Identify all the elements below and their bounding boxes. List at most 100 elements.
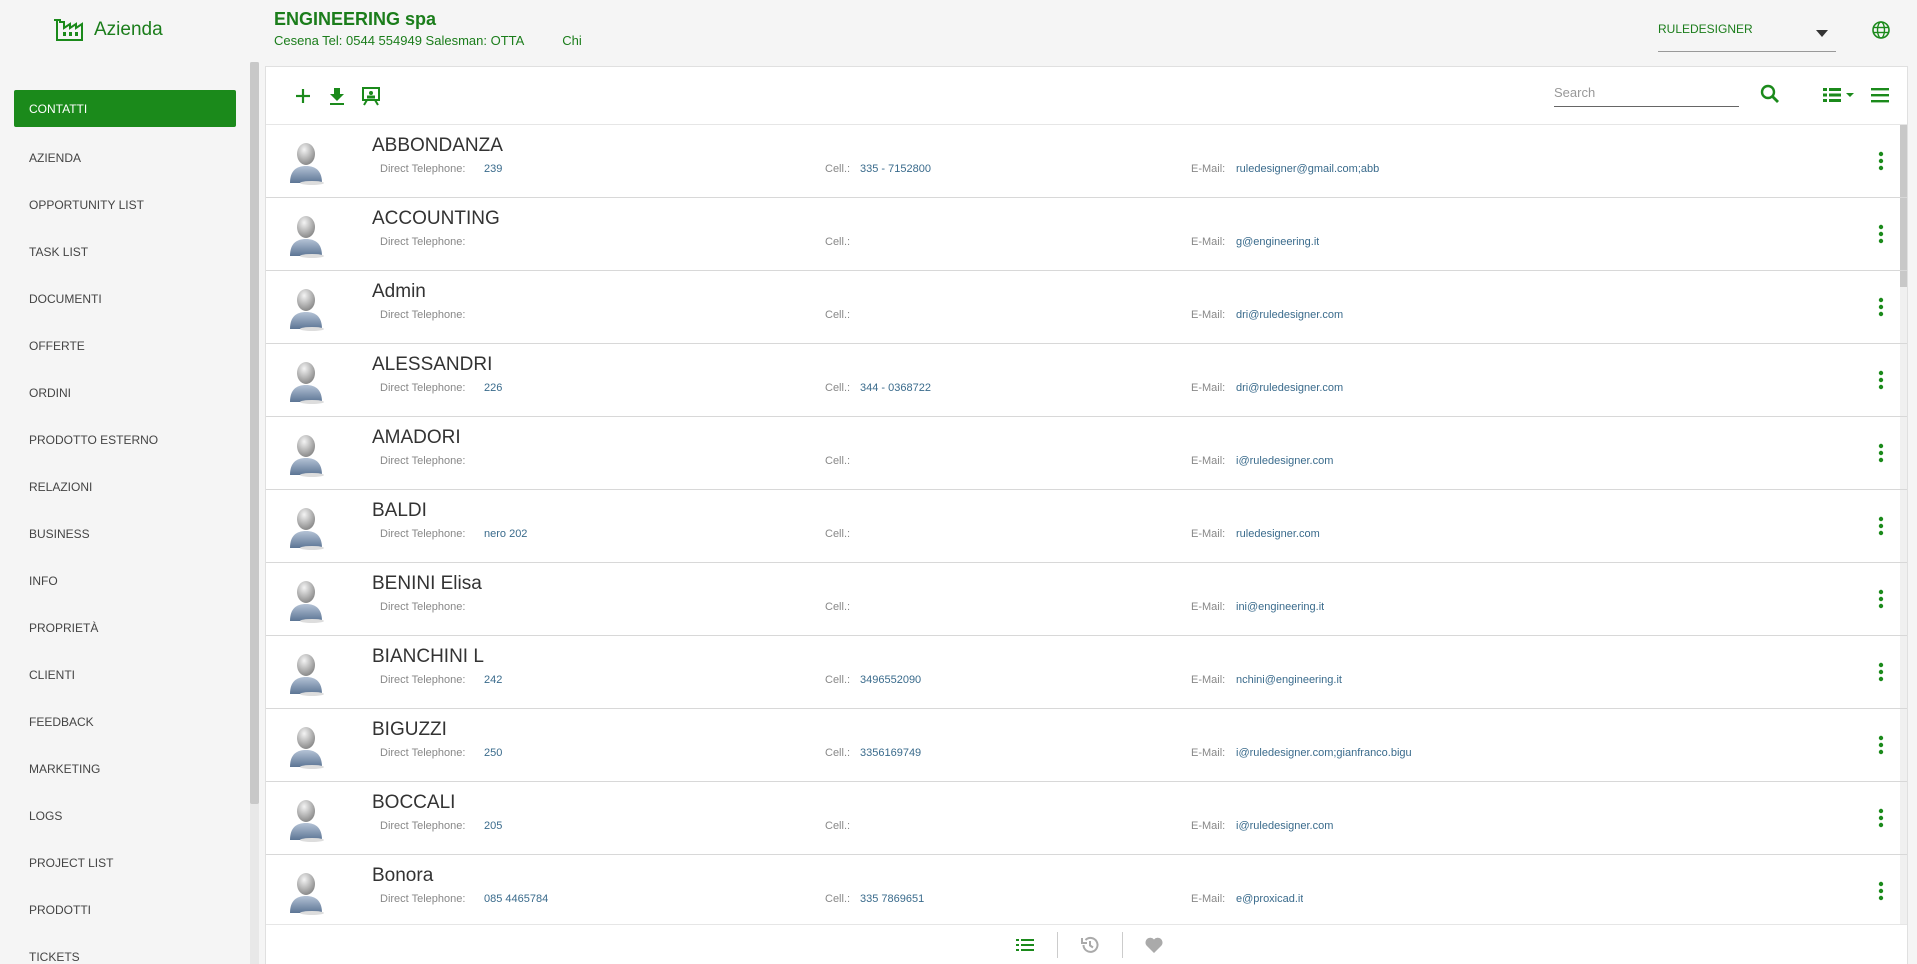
email-value[interactable]: ruledesigner@gmail.com;abb [1236, 163, 1379, 175]
sidebar-item-ordini[interactable]: ORDINI [14, 372, 236, 409]
sidebar-item-business[interactable]: BUSINESS [14, 513, 236, 550]
contact-row[interactable]: Admin Direct Telephone: Cell.: E-Mail: dri@r… [266, 271, 1907, 344]
contact-row[interactable]: AMADORI Direct Telephone: Cell.: E-Mail: i@r… [266, 417, 1907, 490]
sidebar-scrollbar[interactable] [250, 62, 259, 804]
download-icon[interactable] [326, 85, 348, 107]
email-label: E-Mail: [1191, 601, 1226, 613]
toolbar [266, 67, 1907, 125]
contact-row[interactable]: BOCCALI Direct Telephone: 205 Cell.: E-Mail:… [266, 782, 1907, 855]
more-vert-icon[interactable] [1878, 881, 1884, 901]
cell-value: 335 7869651 [860, 893, 925, 905]
more-vert-icon[interactable] [1878, 224, 1884, 244]
sidebar-item-task-list[interactable]: TASK LIST [14, 231, 236, 268]
chevron-down-icon [1816, 30, 1828, 37]
more-vert-icon[interactable] [1878, 808, 1884, 828]
sidebar-item-marketing[interactable]: MARKETING [14, 748, 236, 785]
avatar [286, 358, 326, 404]
globe-icon[interactable] [1871, 20, 1891, 40]
contact-row[interactable]: ACCOUNTING Direct Telephone: Cell.: E-Mail:… [266, 198, 1907, 271]
email-label: E-Mail: [1191, 674, 1226, 686]
contact-name[interactable]: BIANCHINI L [372, 646, 484, 668]
sidebar-item-documenti[interactable]: DOCUMENTI [14, 278, 236, 315]
sidebar-item-offerte[interactable]: OFFERTE [14, 325, 236, 362]
email-value[interactable]: nchini@engineering.it [1236, 674, 1342, 686]
contact-row[interactable]: ALESSANDRI Direct Telephone: 226 Cell.: 344 … [266, 344, 1907, 417]
contact-name[interactable]: BIGUZZI [372, 719, 447, 741]
contact-row[interactable]: ABBONDANZA Direct Telephone: 239 Cell.: 335 … [266, 125, 1907, 198]
sidebar-item-feedback[interactable]: FEEDBACK [14, 701, 236, 738]
phone-label: Direct Telephone: [380, 455, 466, 467]
search-icon[interactable] [1759, 83, 1781, 105]
more-vert-icon[interactable] [1878, 297, 1884, 317]
contact-name[interactable]: ABBONDANZA [372, 135, 503, 157]
menu-icon[interactable] [1869, 85, 1891, 105]
contact-row[interactable]: Bonora Direct Telephone: 085 4465784 Cell.:… [266, 855, 1907, 924]
sidebar-item-prodotti[interactable]: PRODOTTI [14, 889, 236, 926]
more-vert-icon[interactable] [1878, 516, 1884, 536]
more-vert-icon[interactable] [1878, 735, 1884, 755]
more-vert-icon[interactable] [1878, 443, 1884, 463]
avatar [286, 869, 326, 915]
more-vert-icon[interactable] [1878, 151, 1884, 171]
more-vert-icon[interactable] [1878, 589, 1884, 609]
search-input[interactable] [1554, 79, 1739, 105]
sidebar-item-opportunity-list[interactable]: OPPORTUNITY LIST [14, 184, 236, 221]
cell-value: 3496552090 [860, 674, 922, 686]
contact-name[interactable]: Bonora [372, 865, 433, 887]
contact-name[interactable]: AMADORI [372, 427, 461, 449]
email-value[interactable]: i@ruledesigner.com [1236, 820, 1333, 832]
sidebar: CONTATTI AZIENDA OPPORTUNITY LIST TASK LIST… [0, 62, 250, 964]
list-icon[interactable] [1014, 934, 1036, 956]
contact-name[interactable]: BOCCALI [372, 792, 455, 814]
contact-name[interactable]: ACCOUNTING [372, 208, 500, 230]
bottom-separator [1057, 932, 1058, 958]
contact-name[interactable]: Admin [372, 281, 426, 303]
sidebar-item-relazioni[interactable]: RELAZIONI [14, 466, 236, 503]
email-value[interactable]: dri@ruledesigner.com [1236, 382, 1343, 394]
company-details: Cesena Tel: 0544 554949 Salesman: OTTA C… [274, 33, 582, 48]
sidebar-item-clienti[interactable]: CLIENTI [14, 654, 236, 691]
heart-icon[interactable] [1143, 934, 1165, 956]
history-icon[interactable] [1079, 934, 1101, 956]
email-value[interactable]: dri@ruledesigner.com [1236, 309, 1343, 321]
list-view-icon[interactable] [1821, 85, 1857, 105]
email-value[interactable]: ruledesigner.com [1236, 528, 1320, 540]
cell-value: 335 - 7152800 [860, 163, 931, 175]
contact-row[interactable]: BALDI Direct Telephone: nero 202 Cell.: E-Ma… [266, 490, 1907, 563]
sidebar-item-info[interactable]: INFO [14, 560, 236, 597]
email-value[interactable]: i@ruledesigner.com [1236, 455, 1333, 467]
sidebar-item-propriet[interactable]: PROPRIETÀ [14, 607, 236, 644]
email-label: E-Mail: [1191, 528, 1226, 540]
email-label: E-Mail: [1191, 309, 1226, 321]
contact-name[interactable]: BALDI [372, 500, 427, 522]
sidebar-item-logs[interactable]: LOGS [14, 795, 236, 832]
sidebar-item-project-list[interactable]: PROJECT LIST [14, 842, 236, 879]
email-value[interactable]: g@engineering.it [1236, 236, 1319, 248]
plus-icon[interactable] [292, 85, 314, 107]
avatar [286, 212, 326, 258]
contact-row[interactable]: BIGUZZI Direct Telephone: 250 Cell.: 3356169… [266, 709, 1907, 782]
sidebar-item-contatti[interactable]: CONTATTI [14, 90, 236, 127]
email-value[interactable]: e@proxicad.it [1236, 893, 1303, 905]
user-select-value: RULEDESIGNER [1658, 22, 1753, 36]
presentation-icon[interactable] [360, 85, 382, 107]
user-select[interactable]: RULEDESIGNER [1658, 16, 1836, 52]
sidebar-item-tickets[interactable]: TICKETS [14, 936, 236, 964]
contact-name[interactable]: BENINI Elisa [372, 573, 482, 595]
contact-row[interactable]: BENINI Elisa Direct Telephone: Cell.: E-Mai… [266, 563, 1907, 636]
email-value[interactable]: i@ruledesigner.com;gianfranco.bigu [1236, 747, 1412, 759]
contact-row[interactable]: BIANCHINI L Direct Telephone: 242 Cell.: 349… [266, 636, 1907, 709]
phone-label: Direct Telephone: [380, 382, 466, 394]
phone-value: 085 4465784 [484, 893, 549, 905]
sidebar-item-azienda[interactable]: AZIENDA [14, 137, 236, 174]
more-vert-icon[interactable] [1878, 370, 1884, 390]
brand[interactable]: Azienda [52, 16, 163, 44]
app: Azienda ENGINEERING spa Cesena Tel: 0544… [0, 0, 1917, 964]
sidebar-item-prodotto-esterno[interactable]: PRODOTTO ESTERNO [14, 419, 236, 456]
contact-name[interactable]: ALESSANDRI [372, 354, 492, 376]
more-vert-icon[interactable] [1878, 662, 1884, 682]
cell-label: Cell.: [825, 747, 851, 759]
search-field[interactable] [1554, 79, 1739, 107]
cell-label: Cell.: [825, 163, 851, 175]
email-value[interactable]: ini@engineering.it [1236, 601, 1324, 613]
